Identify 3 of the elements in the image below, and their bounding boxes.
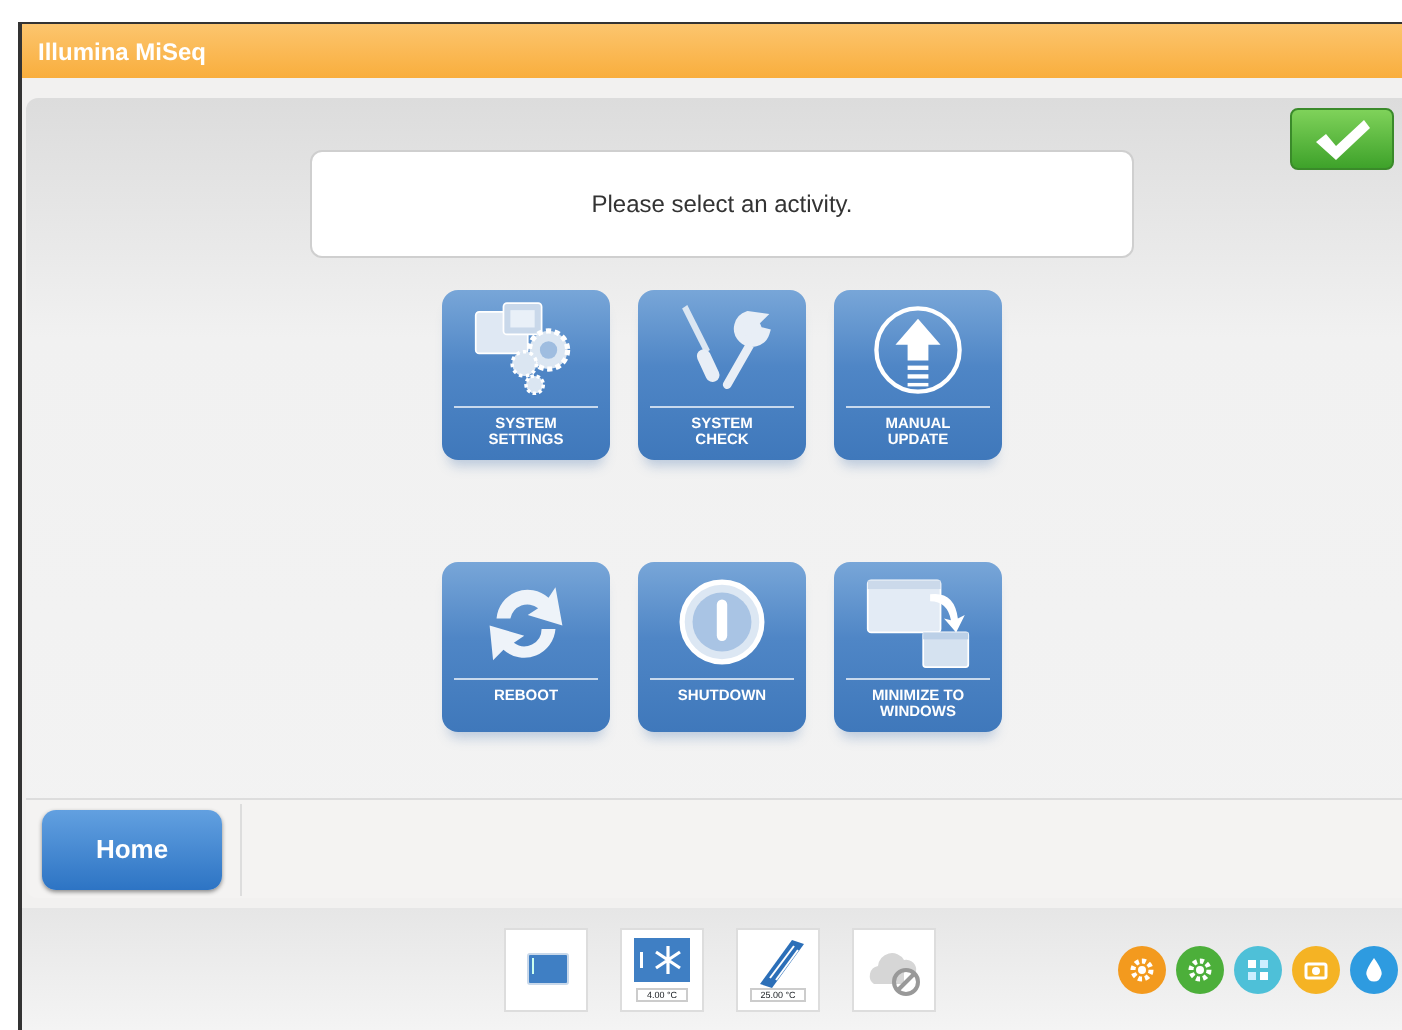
window-title: Illumina MiSeq bbox=[38, 36, 207, 70]
message-text: Please select an activity. bbox=[591, 188, 853, 222]
home-button[interactable]: Home bbox=[42, 809, 222, 889]
